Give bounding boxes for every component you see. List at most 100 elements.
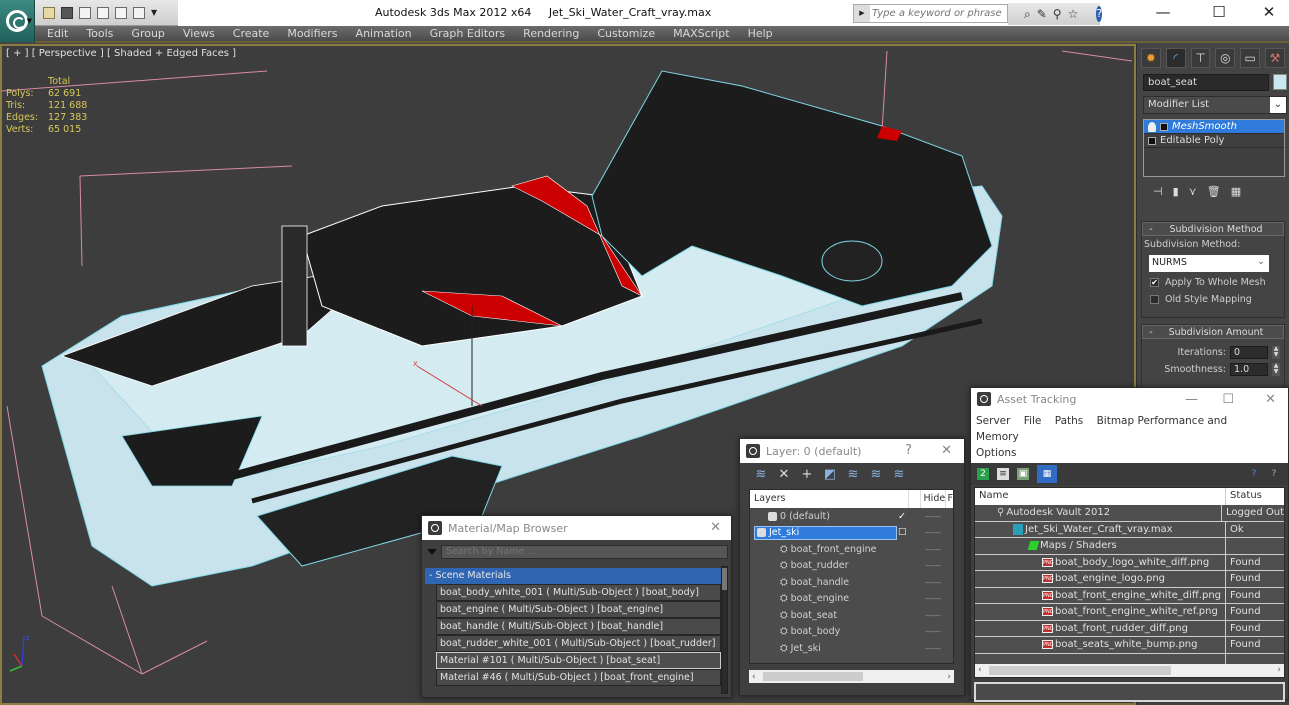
rollout-header[interactable]: - Subdivision Amount: [1142, 325, 1284, 339]
menu-customize[interactable]: Customize: [597, 27, 655, 40]
modify-tab[interactable]: ◜: [1165, 48, 1186, 68]
material-item[interactable]: boat_handle ( Multi/Sub-Object ) [boat_h…: [436, 618, 721, 635]
table-view-icon[interactable]: ▦: [1037, 465, 1057, 483]
menu-group[interactable]: Group: [131, 27, 165, 40]
hide-toggle[interactable]: ——: [925, 545, 941, 554]
motion-tab[interactable]: ◎: [1215, 48, 1236, 68]
menu-animation[interactable]: Animation: [356, 27, 412, 40]
scroll-right-icon[interactable]: ›: [947, 672, 951, 682]
current-layer-check[interactable]: ✓: [898, 511, 906, 522]
asset-row[interactable]: PNG boat_front_rudder_diff.png Found: [975, 620, 1284, 637]
highlight-layer-icon[interactable]: ≋: [846, 467, 860, 482]
make-unique-icon[interactable]: ⋎: [1189, 185, 1197, 198]
object-row[interactable]: ⛭ boat_body ——: [750, 624, 953, 641]
refresh-icon[interactable]: 2: [977, 468, 989, 480]
asset-row[interactable]: PNG boat_front_engine_white_ref.png Found: [975, 604, 1284, 621]
column-layers[interactable]: Layers: [750, 490, 909, 508]
scrollbar-thumb[interactable]: [989, 665, 1171, 675]
menu-help[interactable]: Help: [748, 27, 773, 40]
binoculars-icon[interactable]: ⌕: [1024, 7, 1031, 22]
close-icon[interactable]: ✕: [710, 520, 721, 535]
asset-row[interactable]: PNG boat_body_logo_white_diff.png Found: [975, 554, 1284, 571]
create-layer-icon[interactable]: ≋: [754, 467, 768, 482]
configure-modifier-sets-icon[interactable]: ▦: [1231, 185, 1241, 198]
add-to-layer-icon[interactable]: +: [800, 467, 814, 482]
column-freeze[interactable]: F: [946, 490, 953, 508]
star-icon[interactable]: ☆: [1068, 7, 1079, 21]
remove-modifier-icon[interactable]: 🗑: [1207, 185, 1221, 198]
horizontal-scrollbar[interactable]: ‹ ›: [975, 663, 1284, 677]
asset-path-field[interactable]: [974, 681, 1285, 702]
iterations-spinner[interactable]: Iterations: 0 ▲ ▼: [1142, 344, 1284, 361]
dropdown-icon[interactable]: ▼: [151, 8, 159, 16]
vertical-scrollbar[interactable]: [721, 566, 728, 694]
help-icon[interactable]: ?: [1248, 468, 1260, 480]
column-status[interactable]: Status: [1226, 488, 1266, 505]
maximize-button[interactable]: ☐: [1222, 392, 1234, 407]
utilities-tab[interactable]: ⚒: [1265, 48, 1285, 68]
hierarchy-tab[interactable]: ⊤: [1190, 48, 1211, 68]
menu-bitmap-performance[interactable]: Bitmap Performance and Memory: [976, 415, 1227, 443]
new-icon[interactable]: [79, 6, 91, 19]
hide-toggle[interactable]: ——: [925, 594, 941, 603]
freeze-all-layers-icon[interactable]: ≋: [892, 467, 906, 482]
scrollbar-thumb[interactable]: [763, 672, 863, 681]
help-icon[interactable]: ?: [1096, 6, 1103, 22]
menu-file[interactable]: File: [1024, 415, 1042, 427]
column-hide[interactable]: Hide: [921, 490, 946, 508]
menu-tools[interactable]: Tools: [86, 27, 113, 40]
material-item[interactable]: Material #46 ( Multi/Sub-Object ) [boat_…: [436, 669, 721, 686]
maximize-button[interactable]: ☐: [1196, 0, 1242, 26]
thumbnail-view-icon[interactable]: ▣: [1017, 468, 1029, 480]
search-by-name-input[interactable]: [441, 544, 728, 559]
apply-whole-mesh-checkbox[interactable]: ✔ Apply To Whole Mesh: [1142, 274, 1284, 291]
object-row[interactable]: ⛭ boat_handle ——: [750, 574, 953, 591]
object-row[interactable]: ⛭ boat_seat ——: [750, 607, 953, 624]
asset-row[interactable]: ⚲ Autodesk Vault 2012 Logged Out: [975, 505, 1284, 522]
show-end-result-icon[interactable]: ▮: [1173, 185, 1179, 198]
window-titlebar[interactable]: Material/Map Browser ✕: [422, 516, 731, 540]
project-icon[interactable]: [97, 6, 109, 19]
hide-toggle[interactable]: ——: [925, 627, 941, 636]
hide-toggle[interactable]: ——: [925, 512, 941, 521]
stack-item-editable-poly[interactable]: Editable Poly: [1144, 134, 1284, 148]
minimize-button[interactable]: —: [1185, 392, 1198, 407]
asset-row[interactable]: Maps / Shaders: [975, 538, 1284, 555]
menu-paths[interactable]: Paths: [1055, 415, 1084, 427]
object-name-field[interactable]: boat_seat: [1143, 74, 1269, 91]
rollout-header[interactable]: - Subdivision Method: [1142, 222, 1284, 236]
undo-icon[interactable]: [115, 6, 127, 19]
object-row[interactable]: ⛭ boat_front_engine ——: [750, 541, 953, 558]
minimize-button[interactable]: —: [1140, 0, 1186, 26]
layer-row[interactable]: 0 (default) ✓ ——: [750, 508, 953, 525]
menu-maxscript[interactable]: MAXScript: [673, 27, 729, 40]
scroll-right-icon[interactable]: ›: [1277, 665, 1281, 675]
layer-row[interactable]: Jet_ski ☐ ——: [750, 525, 953, 542]
hide-toggle[interactable]: ——: [925, 528, 941, 537]
save-icon[interactable]: [61, 6, 73, 19]
material-item[interactable]: Material #101 ( Multi/Sub-Object ) [boat…: [436, 652, 721, 669]
create-tab[interactable]: ✹: [1141, 48, 1161, 68]
horizontal-scrollbar[interactable]: ‹ ›: [749, 670, 954, 683]
hide-toggle[interactable]: ——: [925, 561, 941, 570]
asset-row[interactable]: PNG boat_seats_white_bump.png Found: [975, 637, 1284, 654]
smoothness-spinner[interactable]: Smoothness: 1.0 ▲ ▼: [1142, 361, 1284, 378]
scroll-left-icon[interactable]: ‹: [978, 665, 982, 675]
modifier-list-dropdown[interactable]: Modifier List ⌄: [1143, 96, 1287, 114]
current-layer-check[interactable]: ☐: [898, 527, 907, 538]
satellite-icon[interactable]: ⚲: [1053, 7, 1062, 21]
lightbulb-icon[interactable]: [1148, 121, 1156, 132]
help-button[interactable]: ?: [905, 443, 912, 458]
scroll-left-icon[interactable]: ‹: [752, 672, 756, 682]
material-item[interactable]: boat_rudder_white_001 ( Multi/Sub-Object…: [436, 635, 721, 652]
close-icon[interactable]: ✕: [941, 443, 952, 458]
hide-toggle[interactable]: ——: [925, 644, 941, 653]
expand-icon[interactable]: [1160, 122, 1168, 131]
column-name[interactable]: Name: [975, 488, 1226, 505]
old-style-mapping-checkbox[interactable]: Old Style Mapping: [1142, 291, 1284, 308]
redo-icon[interactable]: [133, 6, 145, 19]
object-color-swatch[interactable]: [1273, 74, 1287, 90]
window-titlebar[interactable]: Layer: 0 (default) ? ✕: [740, 439, 964, 463]
subdivision-method-select[interactable]: NURMS ⌄: [1149, 255, 1269, 272]
hide-all-layers-icon[interactable]: ≋: [869, 467, 883, 482]
